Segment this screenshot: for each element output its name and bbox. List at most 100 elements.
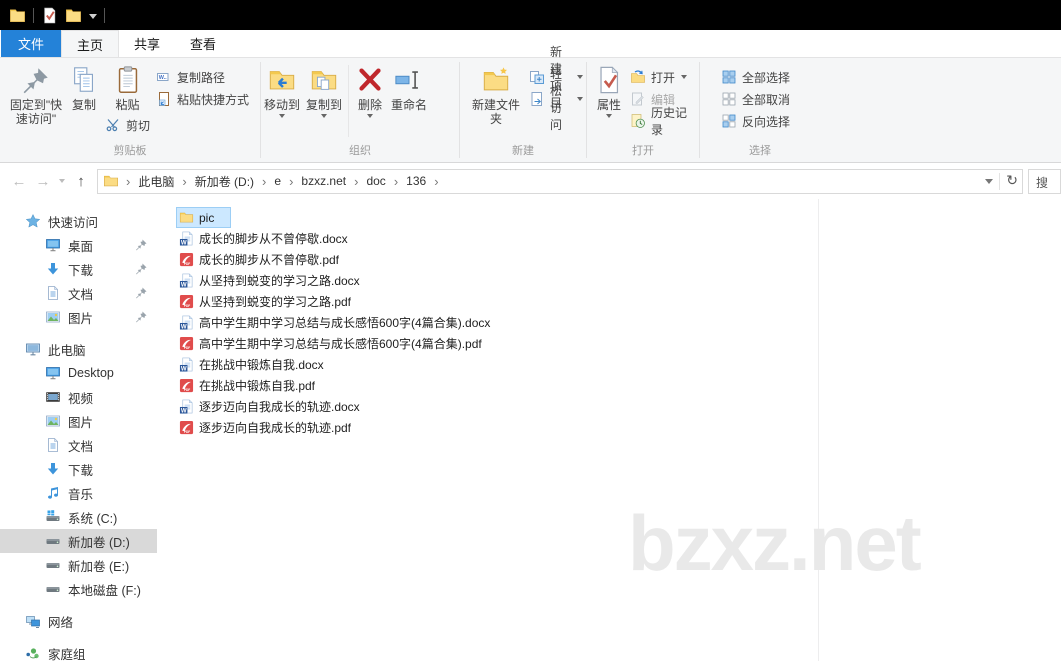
invert-selection-button[interactable]: 反向选择 (718, 110, 793, 132)
file-row[interactable]: W 在挑战中锻炼自我.docx (157, 354, 1061, 375)
sidebar-item[interactable]: 本地磁盘 (F:) (0, 577, 157, 601)
forward-button[interactable]: → (31, 173, 55, 190)
dropdown-caret (367, 114, 374, 119)
sidebar-item[interactable]: 图片 (0, 305, 157, 329)
sidebar-item[interactable]: 下载 (0, 457, 157, 481)
sidebar-item[interactable]: 新加卷 (E:) (0, 553, 157, 577)
sidebar-item[interactable]: 文档 (0, 433, 157, 457)
properties-button[interactable]: 属性 (591, 63, 627, 120)
ribbon-tab[interactable]: 查看 (175, 30, 231, 57)
breadcrumb-segment[interactable]: 新加卷 (D:) (190, 173, 259, 190)
recent-locations-chevron-icon[interactable] (59, 179, 65, 183)
file-row[interactable]: W 成长的脚步从不曾停歇.docx (157, 228, 1061, 249)
easy-access-button[interactable]: 轻松访问 (526, 67, 586, 132)
sidebar-item[interactable]: 文档 (0, 281, 157, 305)
tab-list: 主页 共享 查看 (61, 30, 231, 57)
file-row[interactable]: PDF 在挑战中锻炼自我.pdf (157, 375, 1061, 396)
crumb-chevron: › (182, 173, 187, 189)
breadcrumb-segment[interactable]: e (269, 174, 286, 188)
sidebar-item[interactable]: 桌面 (0, 233, 157, 257)
sidebar-item-label: 新加卷 (E:) (68, 559, 130, 574)
select-all-button[interactable]: 全部选择 (718, 66, 793, 88)
file-row[interactable]: PDF 高中学生期中学习总结与成长感悟600字(4篇合集).pdf (157, 333, 1061, 354)
svg-text:PDF: PDF (184, 304, 190, 308)
file-row[interactable]: W 从坚持到蜕变的学习之路.docx (157, 270, 1061, 291)
videos-icon (46, 392, 60, 402)
desktop-icon (46, 367, 60, 380)
ribbon-tab-bar: 文件 主页 共享 查看 (0, 30, 1061, 57)
history-button[interactable]: 历史记录 (627, 106, 699, 137)
breadcrumb-segment[interactable]: bzxz.net (296, 174, 351, 188)
new-folder-button[interactable]: 新建文件夹 (466, 63, 526, 128)
group-label-open: 打开 (632, 145, 654, 157)
sidebar-item[interactable]: 新加卷 (D:) (0, 529, 157, 553)
search-input[interactable]: 搜 (1028, 168, 1061, 194)
sidebar-item-label: 新加卷 (D:) (68, 535, 130, 550)
delete-button[interactable]: 删除 (352, 63, 388, 120)
sidebar-item[interactable]: 网络 (0, 609, 157, 633)
pin-to-quick-access-button[interactable]: 固定到"快速访问" (6, 63, 66, 128)
crumb-chevron: › (289, 173, 294, 189)
file-menu-button[interactable]: 文件 (1, 30, 62, 57)
svg-text:W: W (181, 323, 187, 330)
properties-qat-icon[interactable] (41, 7, 58, 24)
sidebar-item[interactable]: 图片 (0, 409, 157, 433)
file-row[interactable]: W 逐步迈向自我成长的轨迹.docx (157, 396, 1061, 417)
breadcrumb-segment[interactable]: 此电脑 (133, 173, 179, 190)
sidebar-item[interactable]: Desktop (0, 361, 157, 385)
file-icon: PDF (179, 378, 199, 393)
ribbon-tab[interactable]: 主页 (61, 30, 120, 57)
sidebar-item[interactable]: 此电脑 (0, 337, 157, 361)
sidebar-item[interactable]: 音乐 (0, 481, 157, 505)
sidebar-item[interactable]: 下载 (0, 257, 157, 281)
music-icon (48, 487, 58, 499)
this-pc-icon (26, 343, 40, 356)
edit-icon (632, 92, 644, 106)
ribbon-group-open: 属性 打开 编辑 历史记录 打开 (587, 58, 699, 162)
breadcrumb-segment[interactable]: 136 (401, 174, 431, 188)
sidebar-item[interactable]: 家庭组 (0, 641, 157, 661)
sidebar-item-label: 桌面 (68, 239, 94, 254)
sidebar-item[interactable]: 视频 (0, 385, 157, 409)
up-button[interactable]: ↑ (69, 173, 93, 190)
address-dropdown-chevron-icon[interactable] (985, 178, 994, 184)
system-drive-icon (46, 510, 60, 521)
sidebar-item-label: 下载 (68, 263, 94, 278)
paste-button[interactable]: 粘贴 (110, 63, 146, 114)
file-name: 在挑战中锻炼自我.docx (199, 358, 324, 372)
paste-shortcut-button[interactable]: 粘贴快捷方式 (153, 88, 252, 110)
pictures-icon (46, 415, 60, 427)
breadcrumb[interactable]: › 此电脑 › 新加卷 (D:) › e › bzxz.net › doc › (97, 168, 1023, 194)
sidebar-item[interactable]: 快速访问 (0, 209, 157, 233)
sidebar-item[interactable]: 系统 (C:) (0, 505, 157, 529)
file-row[interactable]: PDF 成长的脚步从不曾停歇.pdf (157, 249, 1061, 270)
select-none-button[interactable]: 全部取消 (718, 88, 793, 110)
copy-to-button[interactable]: 复制到 (303, 63, 345, 120)
downloads-icon (47, 263, 59, 275)
back-button[interactable]: ← (7, 173, 31, 190)
file-row[interactable]: W 高中学生期中学习总结与成长感悟600字(4篇合集).docx (157, 312, 1061, 333)
rename-button[interactable]: 重命名 (388, 63, 430, 114)
pin-indicator-icon (135, 238, 148, 254)
dropdown-caret (577, 97, 583, 101)
move-to-button[interactable]: 移动到 (261, 63, 303, 120)
ribbon-tab[interactable]: 共享 (119, 30, 175, 57)
file-row[interactable]: PDF 从坚持到蜕变的学习之路.pdf (157, 291, 1061, 312)
refresh-icon[interactable]: ↻ (1006, 173, 1018, 189)
file-name: 从坚持到蜕变的学习之路.docx (199, 274, 360, 288)
qat-chevron-down-icon[interactable] (89, 13, 97, 19)
copy-path-button[interactable]: W.. 复制路径 (153, 66, 252, 88)
word-file-icon: W (179, 357, 193, 372)
qat-separator (33, 7, 34, 23)
breadcrumb-segment[interactable]: doc (361, 174, 390, 188)
copy-button[interactable]: 复制 (66, 63, 102, 114)
cut-button[interactable]: 剪切 (102, 114, 153, 136)
new-folder-qat-icon[interactable] (65, 7, 82, 24)
ribbon-group-select: 全部选择 全部取消 反向选择 选择 (700, 58, 820, 162)
file-row[interactable]: pic (157, 207, 1061, 228)
sidebar-item-label: 系统 (C:) (68, 511, 118, 526)
file-icon: W (179, 357, 199, 372)
file-row[interactable]: PDF 逐步迈向自我成长的轨迹.pdf (157, 417, 1061, 438)
open-button[interactable]: 打开 (627, 66, 699, 88)
sidebar-item-icon (45, 237, 68, 253)
